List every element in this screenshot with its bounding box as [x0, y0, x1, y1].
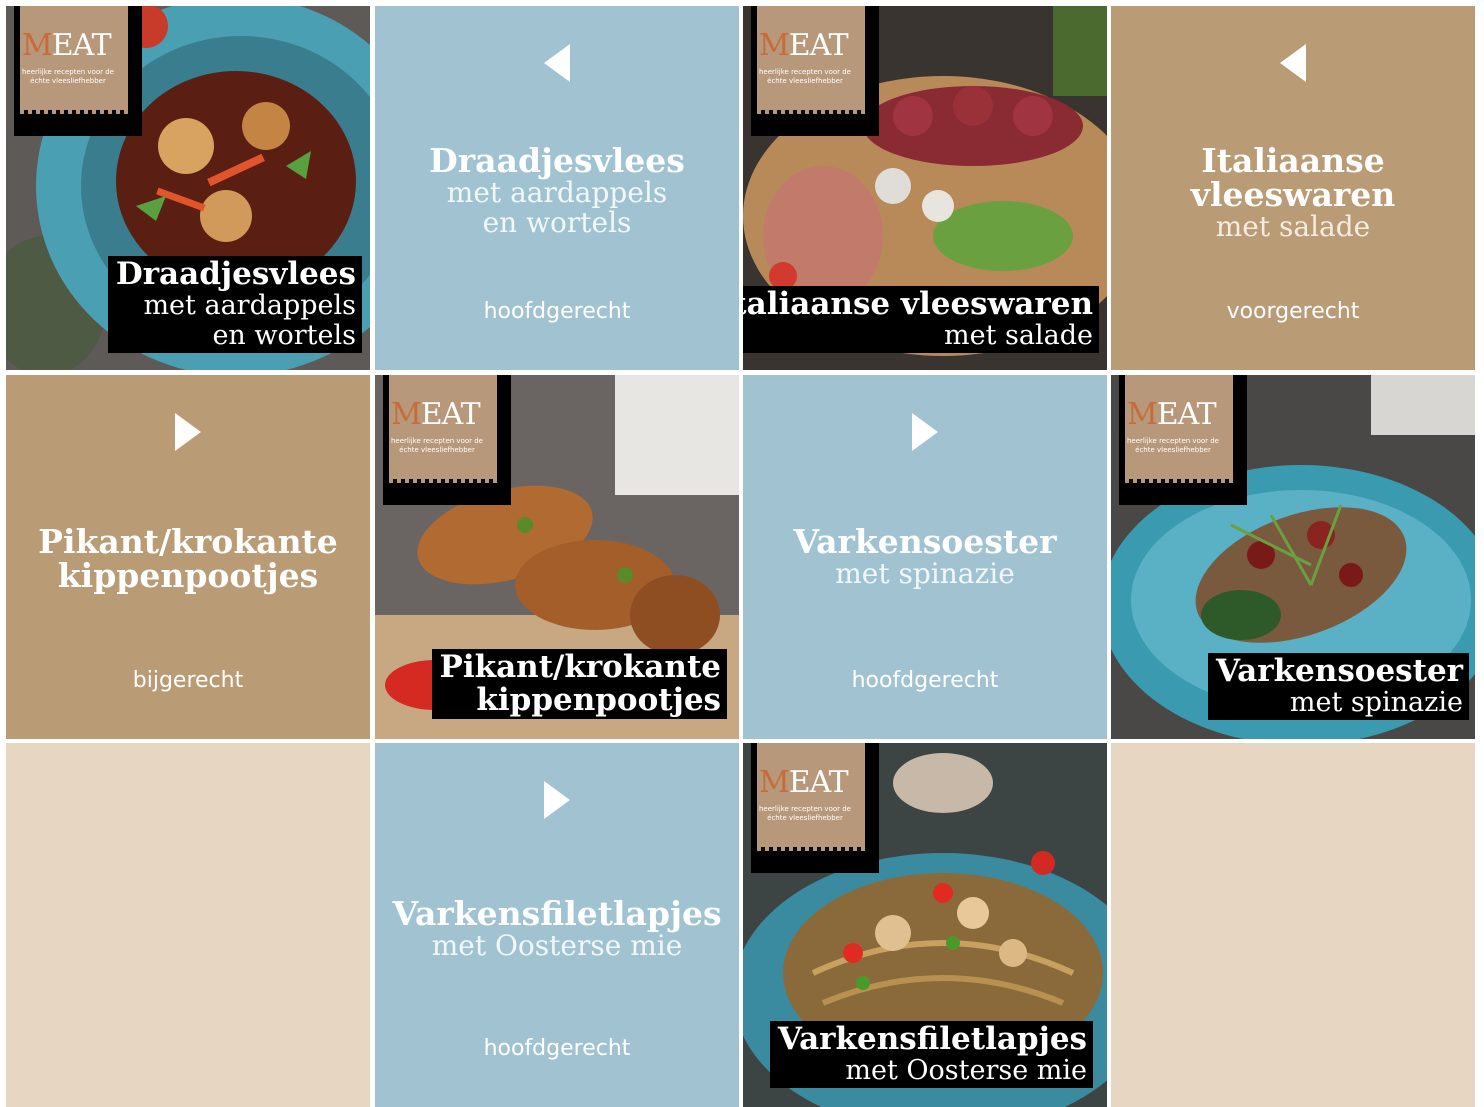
empty-tile — [6, 743, 370, 1107]
caption-title: Draadjesvlees — [115, 256, 356, 292]
caption-title: kippenpootjes — [476, 682, 721, 718]
meat-logo: MEAT — [22, 28, 112, 63]
left-arrow-icon[interactable] — [1280, 44, 1306, 82]
recipe-caption: Varkensoester met spinazie — [1207, 653, 1469, 720]
caption-subtitle: met aardappels — [143, 290, 356, 321]
recipe-title: vleeswaren — [1190, 175, 1396, 214]
right-arrow-icon[interactable] — [544, 781, 570, 819]
meat-brand-badge: MEAT heerlijke recepten voor de échte vl… — [383, 375, 511, 505]
recipe-photo-tile-draadjesvlees[interactable]: MEAT heerlijke recepten voor de échte vl… — [6, 6, 370, 370]
meat-brand-badge: MEAT heerlijke recepten voor de échte vl… — [14, 6, 142, 136]
recipe-caption: Italiaanse vleeswaren met salade — [743, 286, 1099, 353]
recipe-subtitle: met spinazie — [835, 557, 1015, 590]
caption-subtitle: met salade — [944, 320, 1093, 351]
meat-tagline: heerlijke recepten voor de échte vleesli… — [758, 68, 851, 85]
meat-brand-badge: MEAT heerlijke recepten voor de échte vl… — [751, 6, 879, 136]
caption-title: Varkensoester — [1215, 653, 1463, 689]
recipe-photo-tile-kippenpootjes[interactable]: MEAT heerlijke recepten voor de échte vl… — [375, 375, 739, 739]
recipe-subtitle: met aardappels — [446, 176, 668, 209]
recipe-subtitle: en wortels — [482, 206, 632, 239]
recipe-subtitle: met Oosterse mie — [431, 929, 683, 962]
caption-title: Varkensfiletlapjes — [777, 1021, 1087, 1057]
recipe-photo-tile-varkensoester[interactable]: MEAT heerlijke recepten voor de échte vl… — [1111, 375, 1475, 739]
recipe-category: voorgerecht — [1226, 299, 1360, 324]
recipe-info-tile-italiaanse-vleeswaren[interactable]: Italiaanse vleeswaren met salade voorger… — [1111, 6, 1475, 370]
caption-subtitle: met spinazie — [1289, 687, 1463, 718]
meat-logo: MEAT — [759, 765, 849, 800]
recipe-grid: MEAT heerlijke recepten voor de échte vl… — [0, 0, 1484, 1107]
recipe-info-tile-kippenpootjes[interactable]: Pikant/krokante kippenpootjes bijgerecht — [6, 375, 370, 739]
recipe-title: Draadjesvlees — [429, 141, 685, 180]
meat-logo: MEAT — [1127, 397, 1217, 432]
recipe-caption: Pikant/krokante kippenpootjes — [431, 649, 727, 719]
recipe-title: kippenpootjes — [57, 556, 319, 595]
recipe-caption: Draadjesvlees met aardappels en wortels — [107, 256, 362, 353]
caption-subtitle: en wortels — [212, 320, 356, 351]
caption-title: Italiaanse vleeswaren — [743, 286, 1093, 322]
recipe-info-tile-draadjesvlees[interactable]: Draadjesvlees met aardappels en wortels … — [375, 6, 739, 370]
meat-tagline: heerlijke recepten voor de échte vleesli… — [390, 437, 483, 454]
meat-tagline: heerlijke recepten voor de échte vleesli… — [1126, 437, 1219, 454]
empty-tile — [1111, 743, 1475, 1107]
recipe-caption: Varkensfiletlapjes met Oosterse mie — [769, 1021, 1093, 1088]
right-arrow-icon[interactable] — [912, 413, 938, 451]
meat-tagline: heerlijke recepten voor de échte vleesli… — [21, 68, 114, 85]
meat-brand-badge: MEAT heerlijke recepten voor de échte vl… — [751, 743, 879, 873]
recipe-photo-tile-italiaanse-vleeswaren[interactable]: MEAT heerlijke recepten voor de échte vl… — [743, 6, 1107, 370]
meat-tagline: heerlijke recepten voor de échte vleesli… — [758, 805, 851, 822]
recipe-category: hoofdgerecht — [483, 299, 631, 324]
recipe-subtitle: met salade — [1215, 210, 1371, 243]
recipe-category: hoofdgerecht — [483, 1036, 631, 1061]
meat-logo: MEAT — [391, 397, 481, 432]
recipe-title: Pikant/krokante — [38, 522, 338, 561]
meat-brand-badge: MEAT heerlijke recepten voor de échte vl… — [1119, 375, 1247, 505]
recipe-category: bijgerecht — [132, 668, 244, 693]
left-arrow-icon[interactable] — [544, 44, 570, 82]
right-arrow-icon[interactable] — [175, 413, 201, 451]
recipe-photo-tile-varkensfiletlapjes[interactable]: MEAT heerlijke recepten voor de échte vl… — [743, 743, 1107, 1107]
recipe-title: Italiaanse — [1201, 141, 1385, 180]
recipe-title: Varkensoester — [793, 522, 1057, 561]
recipe-title: Varkensfiletlapjes — [392, 894, 722, 933]
recipe-category: hoofdgerecht — [851, 668, 999, 693]
recipe-info-tile-varkensoester[interactable]: Varkensoester met spinazie hoofdgerecht — [743, 375, 1107, 739]
caption-title: Pikant/krokante — [439, 649, 721, 685]
recipe-info-tile-varkensfiletlapjes[interactable]: Varkensfiletlapjes met Oosterse mie hoof… — [375, 743, 739, 1107]
caption-subtitle: met Oosterse mie — [845, 1055, 1087, 1086]
meat-logo: MEAT — [759, 28, 849, 63]
